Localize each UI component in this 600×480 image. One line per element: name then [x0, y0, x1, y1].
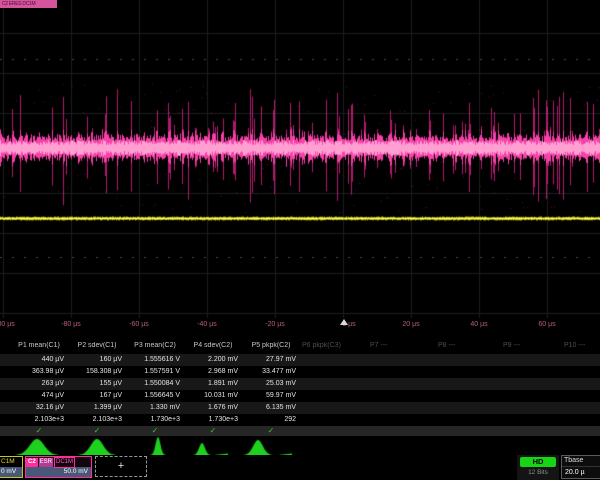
value-cell: 1.399 µV [68, 402, 122, 414]
param-header-p3[interactable]: P3 mean(C2) [126, 342, 184, 353]
hd-mode-indicator[interactable]: HD 12 Bits [517, 455, 559, 480]
hd-bits-label: 12 Bits [520, 469, 556, 476]
value-cell: 160 µV [68, 354, 122, 366]
axis-tick: 60 µs [538, 321, 555, 328]
c2-channel-badge: C2 [26, 458, 38, 467]
axis-tick: -40 µs [197, 321, 217, 328]
param-header-p2[interactable]: P2 sdev(C1) [68, 342, 126, 353]
table-row: 363.98 µV 158.308 µV 1.557591 V 2.968 mV… [0, 366, 600, 378]
param-header-p1[interactable]: P1 mean(C1) [10, 342, 68, 353]
tbase-value: 20.0 µ [562, 467, 600, 478]
value-cell: 1.676 mV [184, 402, 238, 414]
value-cell: 1.556645 V [126, 390, 180, 402]
c2-coupling-badge: DC1M [54, 457, 75, 468]
status-check-icon: ✓ [68, 426, 126, 436]
value-cell: 32.16 µV [10, 402, 64, 414]
value-cell: 59.97 mV [242, 390, 296, 402]
param-header-p7[interactable]: P7 --- [368, 342, 428, 353]
value-cell: 1.730e+3 [184, 414, 238, 426]
value-cell: 158.308 µV [68, 366, 122, 378]
measurement-status-row: ✓ ✓ ✓ ✓ ✓ [0, 426, 600, 436]
value-cell: 2.968 mV [184, 366, 238, 378]
value-cell: 155 µV [68, 378, 122, 390]
oscilloscope-screen: C2 ERES DC1M -100 µs -80 µs -60 µs -40 µ… [0, 0, 600, 480]
value-cell: 25.03 mV [242, 378, 296, 390]
measurement-table: P1 mean(C1) P2 sdev(C1) P3 mean(C2) P4 s… [0, 336, 600, 436]
status-check-icon: ✓ [184, 426, 242, 436]
status-check-icon: ✓ [126, 426, 184, 436]
param-header-p5[interactable]: P5 pkpk(C2) [242, 342, 300, 353]
axis-tick: -20 µs [265, 321, 285, 328]
value-cell: 440 µV [10, 354, 64, 366]
waveform-graticule[interactable]: C2 ERES DC1M [0, 0, 600, 318]
value-cell: 1.730e+3 [126, 414, 180, 426]
table-row: 474 µV 167 µV 1.556645 V 10.031 mV 59.97… [0, 390, 600, 402]
status-check-icon: ✓ [10, 426, 68, 436]
value-cell: 167 µV [68, 390, 122, 402]
param-header-p8[interactable]: P8 --- [436, 342, 496, 353]
table-row: 440 µV 160 µV 1.555616 V 2.200 mV 27.97 … [0, 354, 600, 366]
value-cell: 474 µV [10, 390, 64, 402]
timebase-descriptor[interactable]: Tbase 20.0 µ [561, 455, 600, 479]
table-row: 32.16 µV 1.399 µV 1.330 mV 1.676 mV 6.13… [0, 402, 600, 414]
axis-tick: -80 µs [61, 321, 81, 328]
status-check-icon: ✓ [242, 426, 300, 436]
param-header-p9[interactable]: P9 --- [501, 342, 561, 353]
axis-tick: 20 µs [402, 321, 419, 328]
table-row: 263 µV 155 µV 1.550084 V 1.891 mV 25.03 … [0, 378, 600, 390]
value-cell: 363.98 µV [10, 366, 64, 378]
axis-tick: 40 µs [470, 321, 487, 328]
tbase-label: Tbase [562, 456, 600, 467]
value-cell: 33.477 mV [242, 366, 296, 378]
measurement-histicons [0, 437, 310, 457]
axis-tick: -100 µs [0, 321, 15, 328]
value-cell: 2.103e+3 [68, 414, 122, 426]
value-cell: 1.550084 V [126, 378, 180, 390]
c1-coupling-label: C1M [0, 457, 22, 467]
value-cell: 2.200 mV [184, 354, 238, 366]
add-trace-button[interactable]: + [95, 456, 147, 477]
plus-icon: + [118, 460, 124, 472]
value-cell: 1.555616 V [126, 354, 180, 366]
bottom-status-bar: C1M 0 mV C2 ESR DC1M 50.0 mV + HD 12 Bit… [0, 455, 600, 480]
value-cell: 27.97 mV [242, 354, 296, 366]
trigger-time-marker[interactable] [340, 319, 348, 325]
value-cell: 1.891 mV [184, 378, 238, 390]
value-cell: 263 µV [10, 378, 64, 390]
param-header-p4[interactable]: P4 sdev(C2) [184, 342, 242, 353]
param-header-p6[interactable]: P6 pkpk(C3) [300, 342, 360, 353]
c1-scale-value: 0 mV [0, 467, 22, 477]
table-row: 2.103e+3 2.103e+3 1.730e+3 1.730e+3 292 [0, 414, 600, 426]
value-cell: 10.031 mV [184, 390, 238, 402]
c2-scale-value: 50.0 mV [26, 467, 91, 477]
waveform-canvas [0, 0, 600, 318]
channel-c2-descriptor[interactable]: C2 ESR DC1M 50.0 mV [25, 456, 92, 478]
hd-badge: HD [520, 457, 556, 467]
value-cell: 2.103e+3 [10, 414, 64, 426]
value-cell: 292 [242, 414, 296, 426]
axis-tick: -60 µs [129, 321, 149, 328]
c2-eres-badge: ESR [39, 458, 53, 467]
param-header-p10[interactable]: P10 --- [562, 342, 600, 353]
value-cell: 1.557591 V [126, 366, 180, 378]
c2-trace-annotation[interactable]: C2 ERES DC1M [0, 0, 57, 8]
value-cell: 6.135 mV [242, 402, 296, 414]
channel-c1-descriptor[interactable]: C1M 0 mV [0, 456, 23, 478]
value-cell: 1.330 mV [126, 402, 180, 414]
timebase-axis: -100 µs -80 µs -60 µs -40 µs -20 µs 0 µs… [0, 318, 600, 335]
